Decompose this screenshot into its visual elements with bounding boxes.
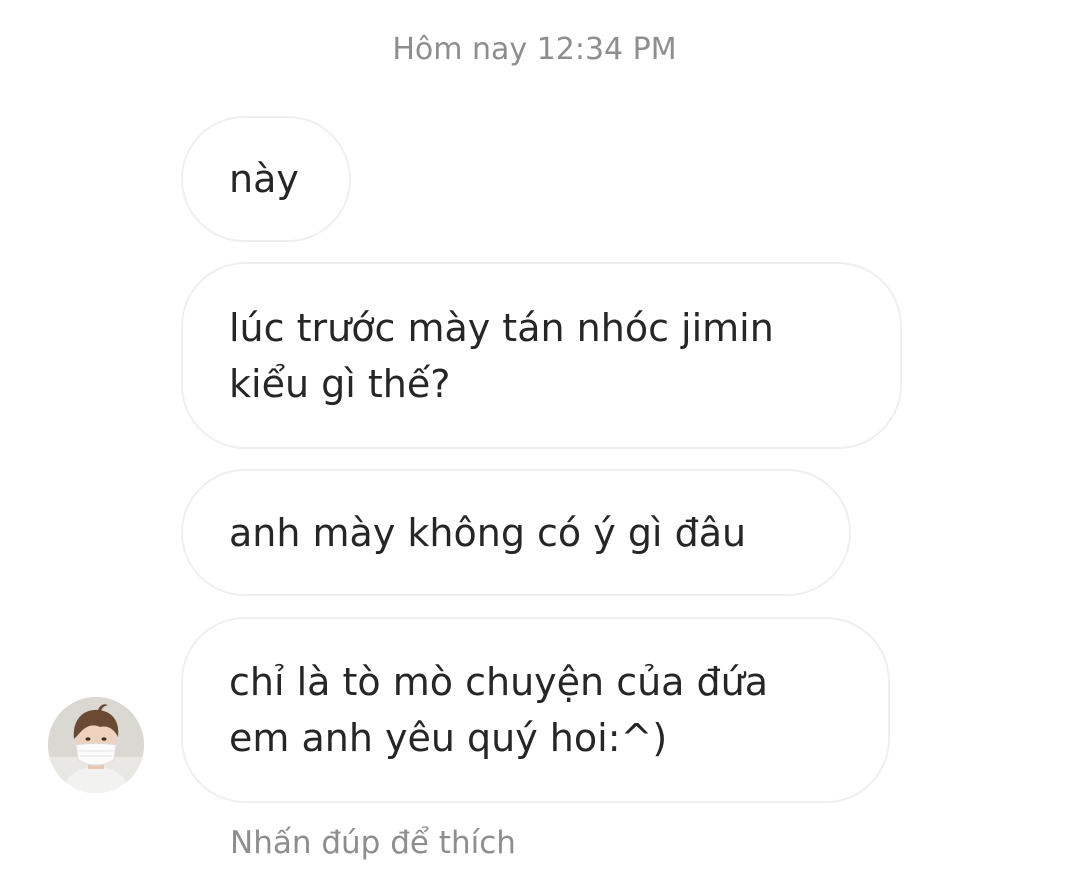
message-bubble[interactable]: lúc trước mày tán nhóc jimin kiểu gì thế… [181, 262, 902, 449]
message-line: kiểu gì thế? [229, 361, 451, 406]
message-line: em anh yêu quý hoi:^) [229, 716, 668, 760]
double-tap-to-like-hint: Nhấn đúp để thích [230, 825, 516, 861]
message-line: lúc trước mày tán nhóc jimin [229, 305, 774, 350]
message-bubble[interactable]: này [181, 116, 351, 242]
message-line: này [229, 157, 299, 201]
message-text: này [229, 151, 299, 207]
message-bubble[interactable]: chỉ là tò mò chuyện của đứa em anh yêu q… [181, 617, 890, 803]
message-line: anh mày không có ý gì đâu [229, 510, 747, 555]
profile-photo-icon [48, 697, 144, 793]
message-bubble[interactable]: anh mày không có ý gì đâu [181, 469, 851, 596]
message-text: chỉ là tò mò chuyện của đứa em anh yêu q… [229, 654, 768, 766]
message-line: chỉ là tò mò chuyện của đứa [229, 660, 769, 704]
sender-avatar[interactable] [48, 697, 144, 793]
message-text: lúc trước mày tán nhóc jimin kiểu gì thế… [229, 300, 774, 412]
message-timestamp: Hôm nay 12:34 PM [392, 32, 677, 67]
message-text: anh mày không có ý gì đâu [229, 505, 746, 561]
